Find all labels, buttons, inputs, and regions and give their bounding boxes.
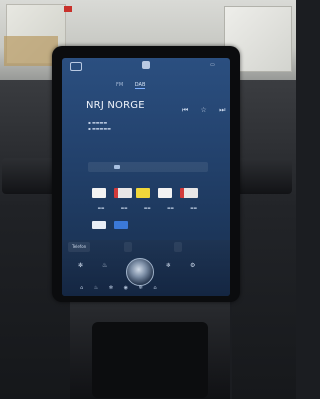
preset-logos xyxy=(92,188,216,202)
tab-fm[interactable]: FM xyxy=(116,82,123,88)
track-info: ▪ ▬▬▬▬ ▪ ▬▬▬▬▬ xyxy=(88,120,111,132)
favorite-icon[interactable]: ☆ xyxy=(201,106,207,114)
station-name: NRJ NORGE xyxy=(86,100,145,111)
station-slider[interactable] xyxy=(88,162,208,172)
defrost-icon[interactable]: ❄ xyxy=(166,262,171,269)
console-tray xyxy=(92,322,208,398)
app-icon[interactable] xyxy=(142,61,150,69)
temp-icon[interactable]: ◉ xyxy=(124,285,128,291)
preset-6[interactable] xyxy=(92,221,106,229)
heat-icon[interactable]: ♨ xyxy=(94,285,98,291)
next-icon[interactable]: ⏭ xyxy=(219,106,225,114)
preset-label: ▬▬ xyxy=(190,206,198,210)
fan-icon[interactable]: ✻ xyxy=(109,285,113,291)
preset-label: ▬▬ xyxy=(120,206,128,210)
defrost-icon[interactable]: ❄ xyxy=(139,285,143,291)
air-vent-right xyxy=(234,158,292,194)
phone-button[interactable]: Telefon xyxy=(68,242,91,252)
preset-4[interactable] xyxy=(158,188,172,198)
infotainment-screen[interactable]: ▭ FM DAB NRJ NORGE ⏮ ☆ ⏭ ▪ ▬▬▬▬ ▪ ▬▬▬▬▬ xyxy=(62,58,230,296)
bottom-icon-row: ⌂ ♨ ✻ ◉ ❄ ⌂ xyxy=(80,285,210,291)
background-shelf xyxy=(4,36,58,66)
seat-icon[interactable]: ⌂ xyxy=(80,285,83,291)
preset-row-2 xyxy=(92,221,216,233)
dashboard-right xyxy=(232,80,296,399)
settings-icon[interactable]: ⚙ xyxy=(190,262,195,269)
home-icon[interactable] xyxy=(70,62,82,71)
bottom-bar: Telefon ✻ ♨ ❄ ⚙ ⌂ ♨ ✻ ◉ ❄ ⌂ xyxy=(62,240,230,296)
background-red-sign xyxy=(64,6,72,12)
clock-icon: ▭ xyxy=(210,62,215,68)
preset-2[interactable] xyxy=(114,188,132,198)
preset-label: ▬▬ xyxy=(167,206,174,210)
preset-labels: ▬▬ ▬▬ ▬▬ ▬▬ ▬▬ xyxy=(90,206,218,210)
preset-3[interactable] xyxy=(136,188,150,198)
preset-label: ▬▬ xyxy=(143,206,151,210)
tab-dab[interactable]: DAB xyxy=(134,82,146,89)
source-tabs: FM DAB xyxy=(116,82,155,89)
seat-heat-icon[interactable]: ♨ xyxy=(102,262,107,269)
car-interior-photo: ▭ FM DAB NRJ NORGE ⏮ ☆ ⏭ ▪ ▬▬▬▬ ▪ ▬▬▬▬▬ xyxy=(0,0,296,399)
track-line-2: ▪ ▬▬▬▬▬ xyxy=(88,126,111,131)
playback-controls: ⏮ ☆ ⏭ xyxy=(172,106,225,115)
seat-icon[interactable]: ⌂ xyxy=(153,285,156,291)
preset-1[interactable] xyxy=(92,188,106,198)
previous-icon[interactable]: ⏮ xyxy=(182,106,188,114)
preset-label: ▬▬ xyxy=(97,206,105,210)
media-button[interactable] xyxy=(124,242,132,252)
nav-button[interactable] xyxy=(174,242,182,252)
preset-7[interactable] xyxy=(114,221,128,229)
volume-knob[interactable] xyxy=(126,258,154,286)
fan-icon[interactable]: ✻ xyxy=(78,262,83,269)
preset-5[interactable] xyxy=(180,188,198,198)
status-bar: ▭ xyxy=(62,58,230,74)
slider-handle[interactable] xyxy=(114,165,120,169)
